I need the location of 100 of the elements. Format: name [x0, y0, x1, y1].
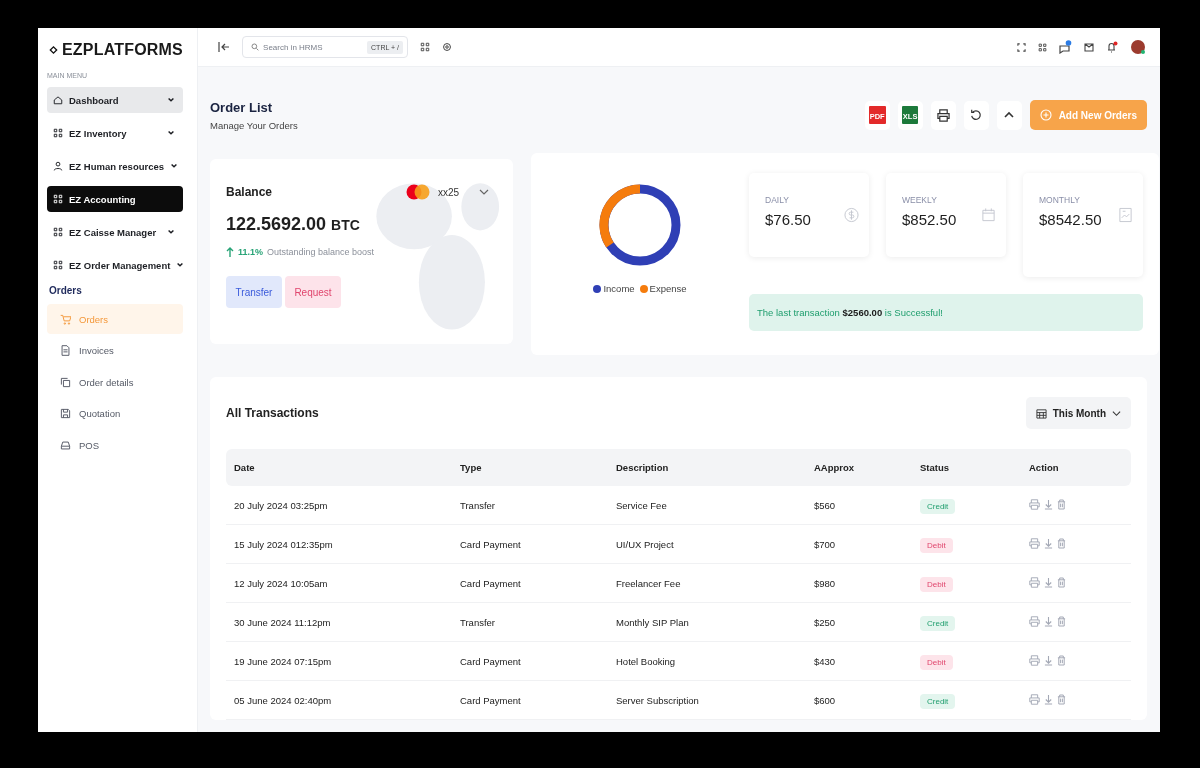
download-icon[interactable]	[1044, 615, 1053, 627]
trash-icon[interactable]	[1057, 654, 1066, 666]
download-icon[interactable]	[1044, 537, 1053, 549]
alert-message: The last transaction $2560.00 is Successful!	[757, 307, 943, 318]
group-label: Orders	[49, 285, 83, 296]
settings-icon[interactable]	[442, 42, 452, 52]
period-dropdown[interactable]: This Month	[1025, 397, 1131, 429]
type-cell: Card Payment	[460, 655, 521, 667]
trash-icon[interactable]	[1057, 537, 1066, 549]
print-icon[interactable]	[1029, 498, 1040, 510]
submenu-item[interactable]: Quotation	[47, 398, 183, 429]
dollar-icon	[844, 207, 859, 223]
chevron-icon	[167, 228, 175, 236]
change-percent: 11.1%	[238, 247, 264, 257]
amount-cell: $700	[814, 538, 836, 550]
cart-icon	[60, 313, 71, 325]
submenu-item[interactable]: Order details	[47, 367, 183, 397]
grid-icon	[53, 128, 63, 138]
status-badge: Debit	[920, 537, 953, 553]
download-icon[interactable]	[1044, 498, 1053, 510]
trash-icon[interactable]	[1057, 615, 1066, 627]
tray-icon	[60, 439, 71, 451]
description-cell: Freelancer Fee	[616, 577, 681, 589]
stat-value: $852.50	[902, 211, 958, 228]
print-icon[interactable]	[1029, 537, 1040, 549]
trash-icon[interactable]	[1057, 693, 1066, 705]
date-cell: 20 July 2024 03:25pm	[234, 499, 328, 511]
status-badge: Credit	[920, 498, 956, 514]
grid-icon	[53, 227, 63, 237]
submenu-item[interactable]: Invoices	[47, 335, 183, 366]
stat-label: WEEKLY	[902, 195, 938, 205]
download-icon[interactable]	[1044, 693, 1053, 705]
print-icon[interactable]	[1029, 693, 1040, 705]
currency-label: BTC	[331, 217, 360, 233]
print-icon[interactable]	[1029, 615, 1040, 627]
sidebar-item[interactable]: EZ Order Management	[47, 252, 183, 278]
calendar-icon	[981, 207, 996, 223]
date-cell: 19 June 2024 07:15pm	[234, 655, 332, 667]
description-cell: UI/UX Project	[616, 538, 674, 550]
chevron-icon[interactable]	[479, 187, 489, 197]
description-cell: Service Fee	[616, 499, 667, 511]
column-header: Type	[460, 462, 482, 473]
refresh-icon	[970, 109, 983, 121]
collapse-button[interactable]	[996, 100, 1022, 130]
type-cell: Card Payment	[460, 577, 521, 589]
status-badge: Credit	[920, 693, 956, 709]
submenu-item[interactable]: POS	[47, 430, 183, 460]
sidebar-item[interactable]: EZ Accounting	[47, 186, 183, 212]
print-icon[interactable]	[1029, 654, 1040, 666]
chat-icon[interactable]	[1059, 40, 1072, 54]
download-icon[interactable]	[1044, 654, 1053, 666]
description-cell: Hotel Booking	[616, 655, 676, 667]
home-icon	[53, 95, 63, 105]
trash-icon[interactable]	[1057, 498, 1066, 510]
status-badge: Debit	[920, 576, 953, 592]
type-cell: Card Payment	[460, 694, 521, 706]
sidebar-item[interactable]: EZ Caisse Manager	[47, 219, 183, 245]
avatar-icon[interactable]	[1130, 39, 1146, 55]
sidebar-item[interactable]: EZ Human resources	[47, 153, 183, 179]
column-header: AApprox	[814, 462, 855, 473]
document-icon	[60, 345, 71, 356]
brand-name: EZPLATFORMS	[62, 41, 183, 59]
search-icon	[251, 42, 260, 52]
column-header: Action	[1029, 462, 1059, 473]
grid-icon	[53, 194, 63, 204]
status-badge: Debit	[920, 654, 953, 670]
plus-circle-icon	[1039, 109, 1052, 121]
refresh-button[interactable]	[963, 100, 989, 130]
type-cell: Card Payment	[460, 538, 521, 550]
bell-icon[interactable]	[1106, 41, 1118, 53]
amount-cell: $600	[814, 694, 836, 706]
fullscreen-icon[interactable]	[1017, 42, 1026, 52]
floppy-icon	[60, 408, 71, 419]
grid-icon	[53, 260, 63, 270]
balance-title: Balance	[226, 185, 273, 199]
printer-icon	[936, 108, 950, 122]
amount-cell: $980	[814, 577, 836, 589]
stat-label: MONTHLY	[1039, 195, 1081, 205]
chevron-icon	[167, 129, 175, 137]
mail-icon[interactable]	[1084, 42, 1094, 52]
grid-icon[interactable]	[420, 42, 430, 52]
chevron-icon	[1112, 408, 1121, 418]
card-number: xx25	[437, 186, 459, 198]
amount-cell: $430	[814, 655, 836, 667]
legend-label: Income	[603, 283, 635, 294]
sidebar-item[interactable]: EZ Inventory	[47, 120, 183, 146]
download-icon[interactable]	[1044, 576, 1053, 588]
transfer-button[interactable]: Transfer	[226, 276, 282, 308]
collapse-icon[interactable]	[218, 41, 230, 53]
search-input[interactable]: Search in HRMS	[263, 42, 364, 52]
column-header: Status	[920, 462, 950, 473]
balance-amount: 122.5692.00	[226, 214, 327, 235]
print-button[interactable]	[930, 100, 956, 130]
grid-icon[interactable]	[1038, 42, 1047, 52]
sidebar-item[interactable]: Dashboard	[47, 87, 183, 113]
trash-icon[interactable]	[1057, 576, 1066, 588]
amount-cell: $250	[814, 616, 836, 628]
chevron-icon	[176, 261, 185, 269]
type-cell: Transfer	[460, 616, 496, 628]
print-icon[interactable]	[1029, 576, 1040, 588]
